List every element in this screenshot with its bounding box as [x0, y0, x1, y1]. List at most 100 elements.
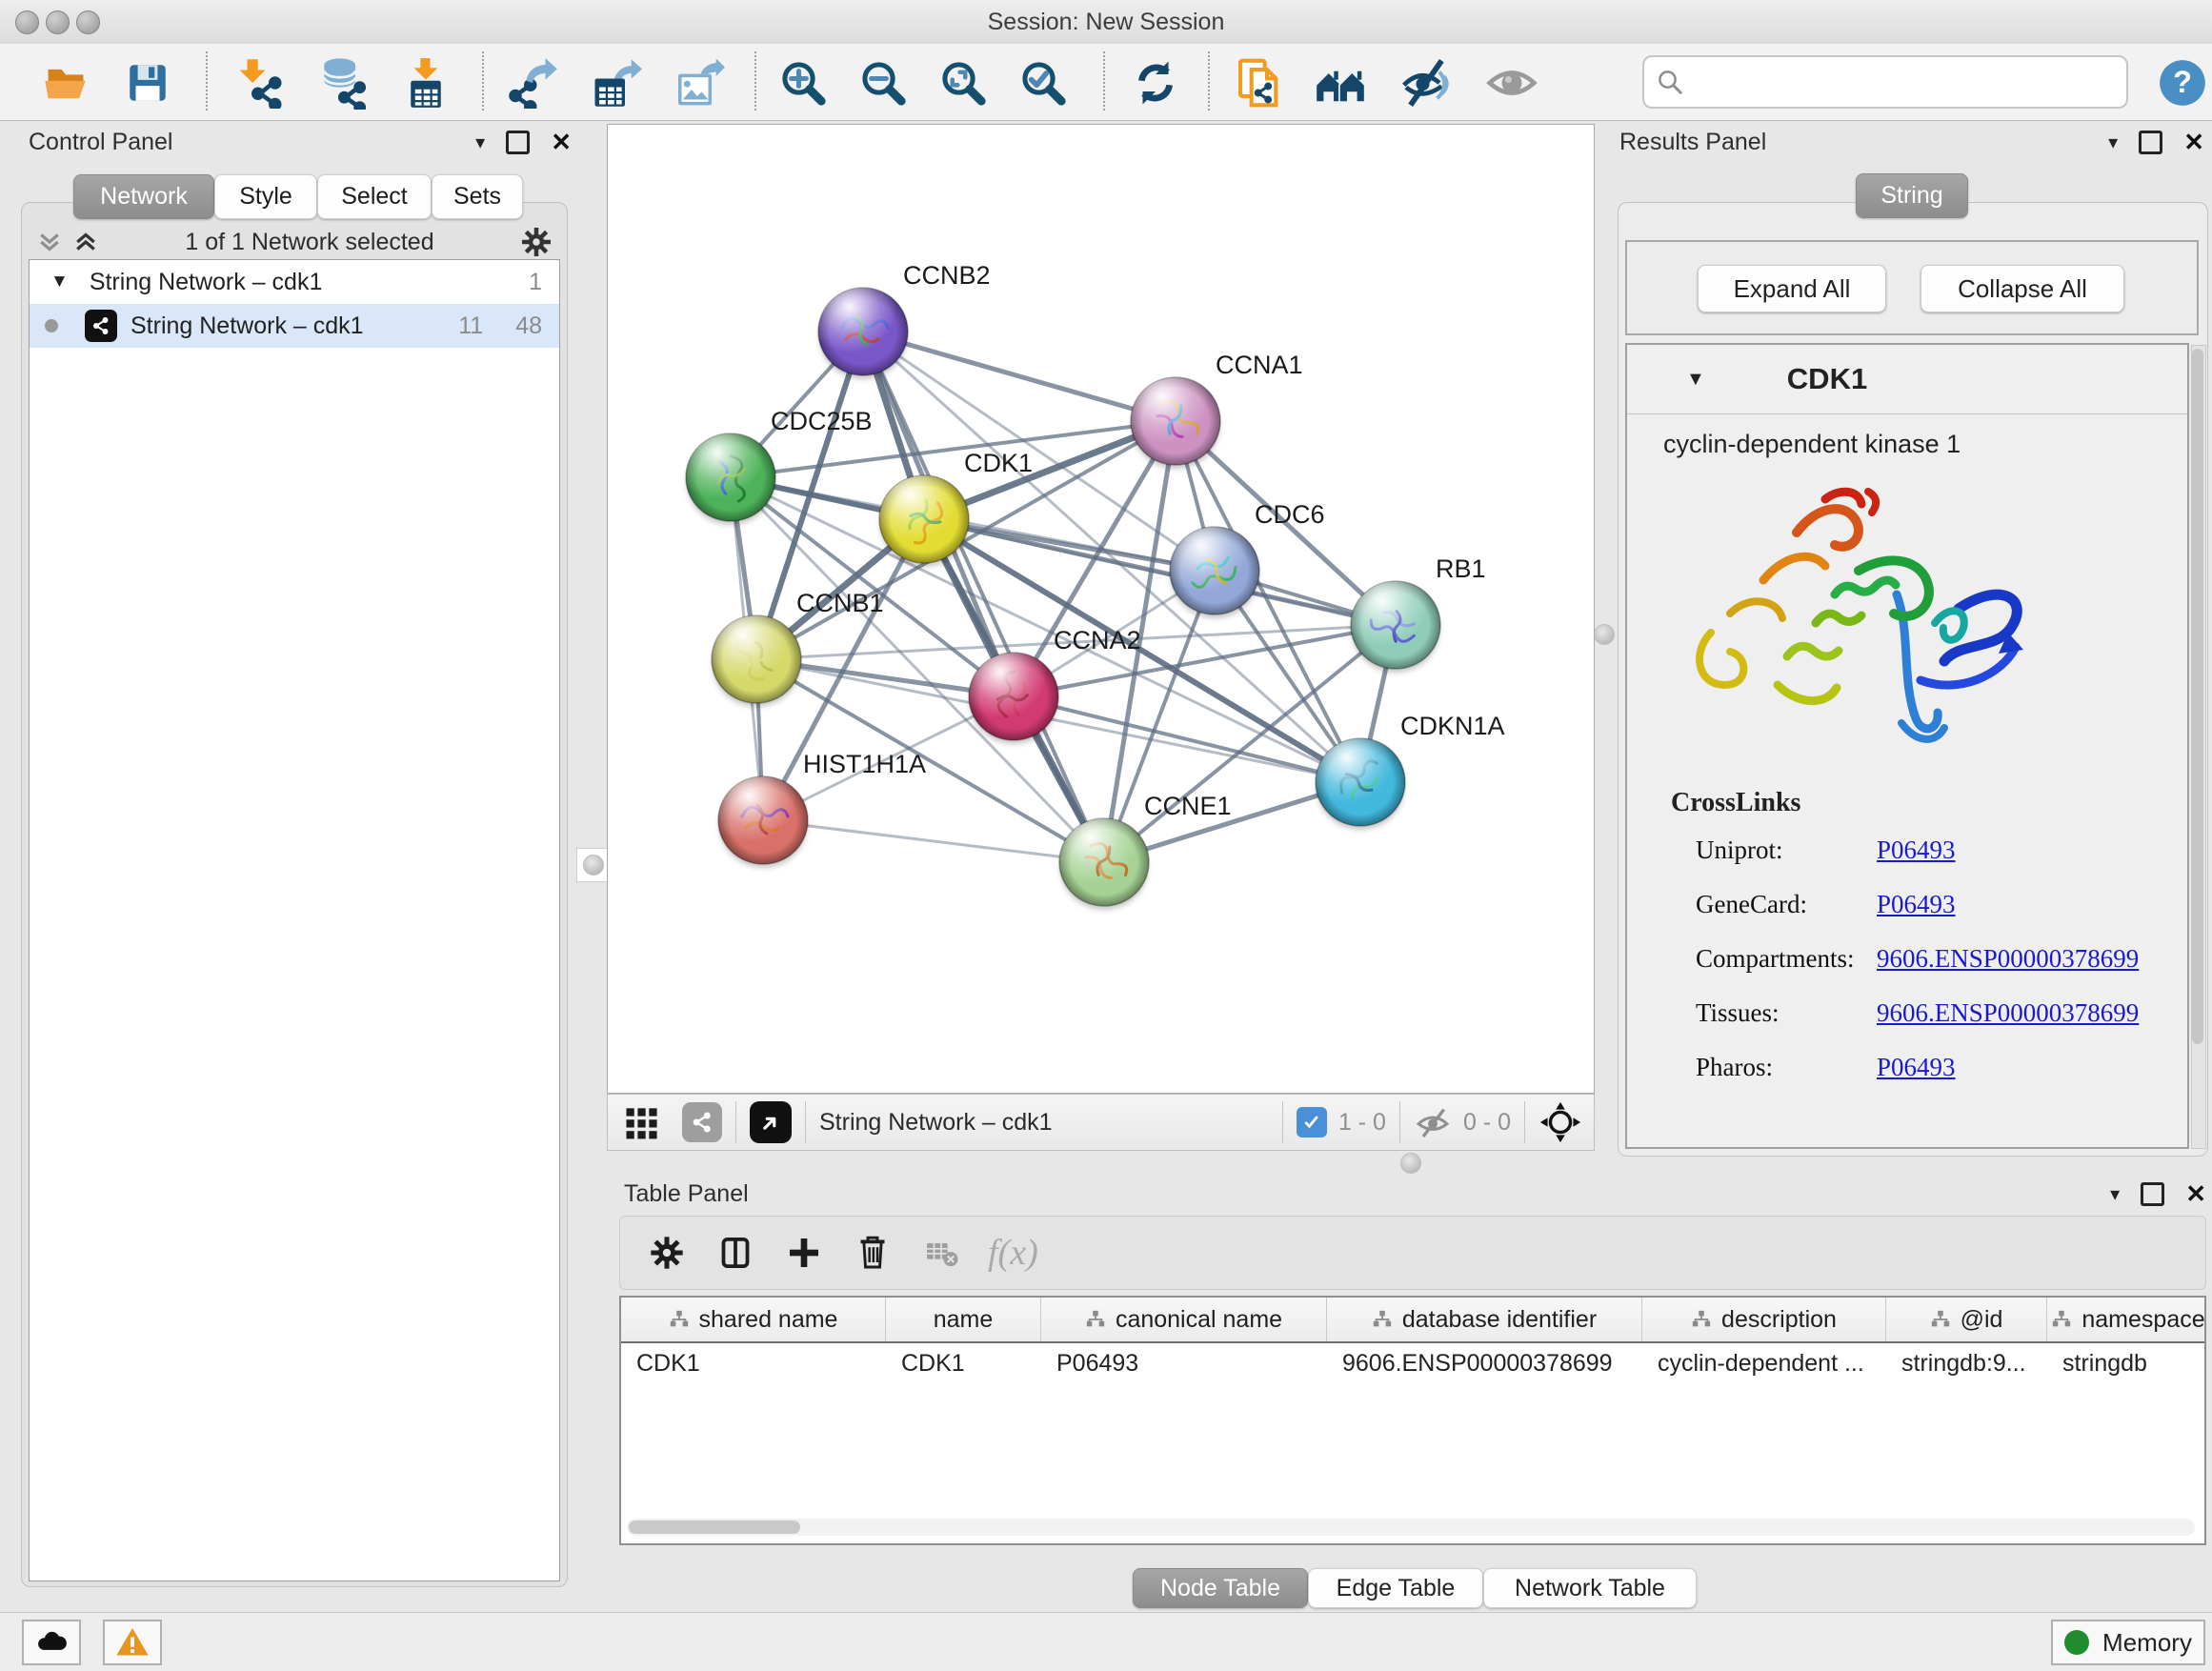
right-splitter-handle[interactable]	[1594, 624, 1615, 645]
zoom-out-button[interactable]	[855, 55, 911, 111]
left-splitter-handle[interactable]	[576, 848, 611, 882]
table-row[interactable]: CDK1CDK1P064939606.ENSP00000378699cyclin…	[621, 1343, 2204, 1383]
selected-checkbox[interactable]	[1297, 1107, 1327, 1137]
table-cell[interactable]: stringdb	[2047, 1350, 2206, 1378]
close-panel-icon[interactable]: ✕	[2185, 1181, 2206, 1206]
table-settings-button[interactable]	[645, 1231, 689, 1275]
share-session-file-button[interactable]	[1233, 55, 1288, 111]
network-thumbnail-icon[interactable]	[682, 1102, 722, 1142]
table-cell[interactable]: 9606.ENSP00000378699	[1327, 1350, 1642, 1378]
entry-header[interactable]: ▼ CDK1	[1627, 345, 2187, 414]
hidden-items-icon[interactable]	[1414, 1103, 1452, 1141]
cloud-status-button[interactable]	[22, 1620, 81, 1665]
network-edge[interactable]	[863, 332, 1104, 862]
collapse-all-button[interactable]: Collapse All	[1920, 265, 2124, 312]
tab-node-table[interactable]: Node Table	[1133, 1568, 1308, 1608]
memory-button[interactable]: Memory	[2051, 1620, 2205, 1665]
network-node-ccne1[interactable]	[1059, 818, 1149, 910]
network-node-ccna2[interactable]	[969, 653, 1058, 744]
bottom-splitter-handle[interactable]	[1400, 1153, 1421, 1174]
gear-icon[interactable]	[519, 225, 553, 259]
panel-menu-icon[interactable]: ▾	[2110, 1182, 2120, 1206]
hide-graphics-details-button[interactable]	[1398, 55, 1454, 111]
tab-network[interactable]: Network	[73, 174, 214, 219]
close-panel-icon[interactable]: ✕	[2183, 130, 2204, 154]
network-node-cdk1[interactable]	[879, 475, 969, 567]
open-session-button[interactable]	[38, 55, 93, 111]
network-tree-item-row[interactable]: String Network – cdk1 11 48	[30, 304, 559, 348]
table-cell[interactable]: CDK1	[621, 1350, 886, 1378]
zoom-selected-button[interactable]	[1016, 55, 1071, 111]
home-networks-button[interactable]	[1313, 55, 1368, 111]
export-table-button[interactable]	[589, 55, 644, 111]
close-panel-icon[interactable]: ✕	[551, 130, 572, 154]
panel-menu-icon[interactable]: ▾	[475, 131, 485, 154]
delete-table-button-disabled[interactable]	[919, 1231, 963, 1275]
tab-style[interactable]: Style	[214, 174, 317, 219]
table-scrollbar-thumb[interactable]	[629, 1520, 800, 1534]
network-node-cdc6[interactable]	[1170, 527, 1259, 618]
network-node-ccnb1[interactable]	[712, 615, 801, 707]
column-header-canonical-name[interactable]: canonical name	[1041, 1298, 1327, 1341]
grid-view-icon[interactable]	[621, 1101, 663, 1143]
network-node-cdkn1a[interactable]	[1316, 738, 1405, 830]
network-tree-root-row[interactable]: ▼ String Network – cdk1 1	[30, 260, 559, 304]
results-scrollbar-thumb[interactable]	[2192, 349, 2203, 1044]
zoom-in-button[interactable]	[775, 55, 831, 111]
tab-string[interactable]: String	[1856, 173, 1968, 218]
uniprot-link[interactable]: P06493	[1877, 836, 1956, 865]
network-node-ccna1[interactable]	[1131, 377, 1220, 469]
expand-all-icon[interactable]	[71, 228, 100, 256]
network-node-ccnb2[interactable]	[818, 288, 908, 379]
show-columns-button[interactable]	[714, 1231, 757, 1275]
warnings-button[interactable]	[103, 1620, 162, 1665]
column-header-namespace[interactable]: namespace	[2047, 1298, 2206, 1341]
zoom-fit-button[interactable]	[935, 55, 991, 111]
delete-columns-button[interactable]	[851, 1231, 895, 1275]
help-button[interactable]: ?	[2155, 55, 2210, 111]
network-node-hist1h1a[interactable]	[718, 776, 808, 868]
network-node-cdc25b[interactable]	[686, 433, 775, 525]
refresh-view-button[interactable]	[1128, 55, 1183, 111]
collapse-all-icon[interactable]	[35, 228, 64, 256]
table-horizontal-scrollbar[interactable]	[627, 1519, 2195, 1536]
float-panel-icon[interactable]	[2141, 1182, 2164, 1206]
compartments-link[interactable]: 9606.ENSP00000378699	[1877, 944, 2139, 974]
table-cell[interactable]: cyclin-dependent ...	[1642, 1350, 1886, 1378]
column-header-database-identifier[interactable]: database identifier	[1327, 1298, 1642, 1341]
tab-sets[interactable]: Sets	[432, 174, 523, 219]
expand-all-button[interactable]: Expand All	[1698, 265, 1886, 312]
fit-selected-crosshair-icon[interactable]	[1538, 1100, 1582, 1144]
network-node-rb1[interactable]	[1351, 581, 1440, 673]
network-edge[interactable]	[763, 820, 1104, 862]
tab-network-table[interactable]: Network Table	[1483, 1568, 1697, 1608]
column-header-shared-name[interactable]: shared name	[621, 1298, 886, 1341]
birdseye-view-icon[interactable]	[750, 1101, 792, 1143]
import-database-button[interactable]	[314, 55, 370, 111]
column-header-description[interactable]: description	[1642, 1298, 1886, 1341]
pharos-link[interactable]: P06493	[1877, 1053, 1956, 1082]
entry-collapse-icon[interactable]: ▼	[1686, 369, 1705, 391]
function-builder-button-disabled[interactable]: f(x)	[988, 1231, 1038, 1275]
save-session-button[interactable]	[120, 55, 175, 111]
export-network-button[interactable]	[505, 55, 560, 111]
show-graphics-details-button[interactable]	[1484, 55, 1539, 111]
tree-collapse-icon[interactable]: ▼	[50, 272, 69, 292]
tissues-link[interactable]: 9606.ENSP00000378699	[1877, 998, 2139, 1028]
create-column-button[interactable]	[782, 1231, 826, 1275]
column-header-name[interactable]: name	[886, 1298, 1041, 1341]
genecard-link[interactable]: P06493	[1877, 890, 1956, 919]
panel-menu-icon[interactable]: ▾	[2108, 131, 2118, 154]
export-image-button[interactable]	[671, 55, 726, 111]
import-network-button[interactable]	[232, 55, 288, 111]
table-cell[interactable]: stringdb:9...	[1886, 1350, 2047, 1378]
search-input[interactable]	[1692, 68, 2126, 96]
float-panel-icon[interactable]	[2139, 131, 2162, 154]
table-cell[interactable]: P06493	[1041, 1350, 1327, 1378]
tab-select[interactable]: Select	[317, 174, 432, 219]
column-header--id[interactable]: @id	[1886, 1298, 2047, 1341]
tab-edge-table[interactable]: Edge Table	[1308, 1568, 1483, 1608]
network-edge[interactable]	[863, 332, 1176, 421]
network-canvas[interactable]: CCNB2CCNA1CDC25BCDK1CDC6RB1CCNB1CCNA2CDK…	[607, 124, 1595, 1094]
import-table-button[interactable]	[398, 55, 453, 111]
